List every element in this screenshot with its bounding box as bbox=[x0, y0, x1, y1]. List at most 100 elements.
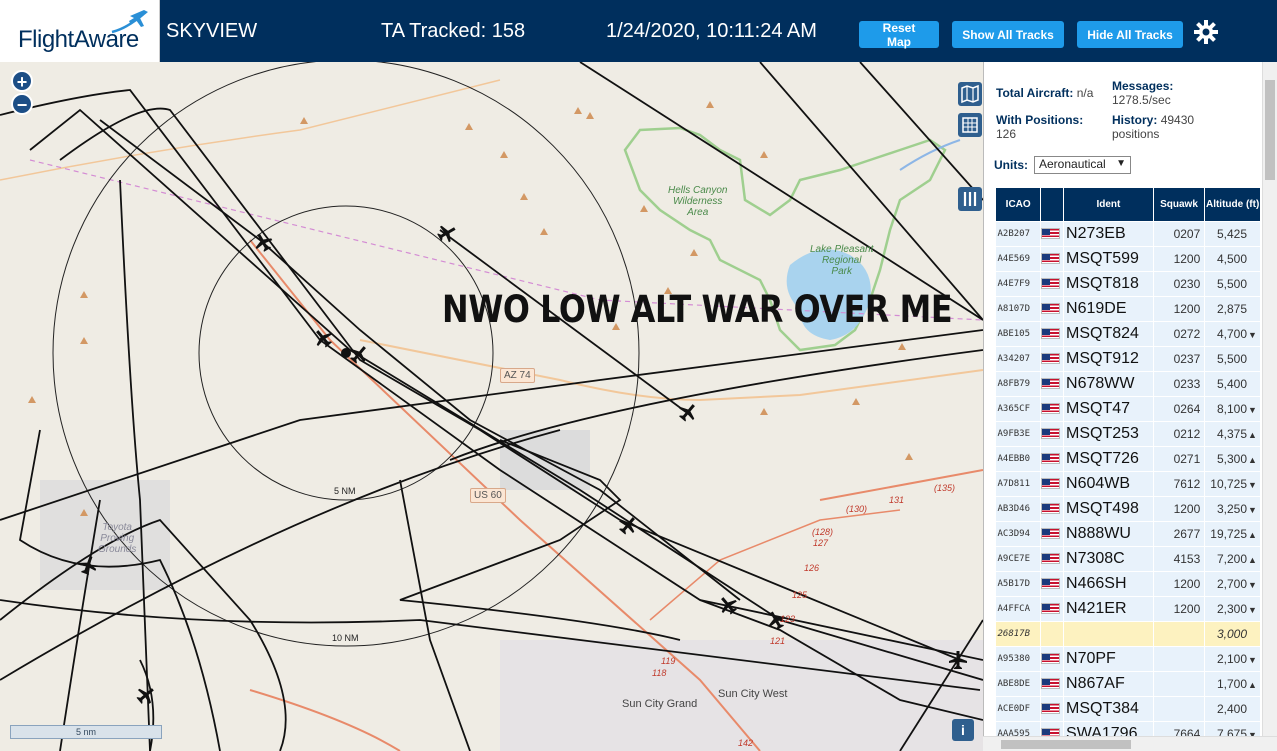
table-row[interactable]: A365CF MSQT47 0264 8,100▼ bbox=[995, 396, 1261, 422]
table-row[interactable]: A4E7F9 MSQT818 0230 5,500 bbox=[995, 271, 1261, 297]
altitude-cell: 5,300▲ bbox=[1204, 446, 1261, 472]
table-row[interactable]: AB3D46 MSQT498 1200 3,250▼ bbox=[995, 496, 1261, 522]
us-flag-icon bbox=[1041, 228, 1061, 240]
descending-arrow-icon: ▼ bbox=[1248, 480, 1257, 490]
table-row[interactable]: A8FB79 N678WW 0233 5,400 bbox=[995, 371, 1261, 397]
zoom-in-button[interactable]: + bbox=[11, 70, 33, 92]
gear-icon[interactable] bbox=[1193, 19, 1219, 45]
table-row[interactable]: A7D811 N604WB 7612 10,725▼ bbox=[995, 471, 1261, 497]
units-label: Units: bbox=[994, 158, 1028, 172]
hells-canyon-label: Hells Canyon Wilderness Area bbox=[668, 185, 728, 218]
descending-arrow-icon: ▼ bbox=[1248, 605, 1257, 615]
lake-pleasant-label: Lake Pleasant Regional Park bbox=[810, 244, 874, 277]
altitude-cell: 19,725▲ bbox=[1204, 521, 1261, 547]
table-row[interactable]: A34207 MSQT912 0237 5,500 bbox=[995, 346, 1261, 372]
table-row[interactable]: ACE0DF MSQT384 2,400 bbox=[995, 696, 1261, 722]
table-row[interactable]: AC3D94 N888WU 2677 19,725▲ bbox=[995, 521, 1261, 547]
table-row[interactable]: ABE105 MSQT824 0272 4,700▼ bbox=[995, 321, 1261, 347]
altitude-cell: 10,725▼ bbox=[1204, 471, 1261, 497]
altitude-cell: 5,425 bbox=[1204, 221, 1261, 247]
az74-shield: AZ 74 bbox=[500, 368, 535, 383]
us-flag-icon bbox=[1041, 503, 1061, 515]
col-flag[interactable] bbox=[1040, 187, 1065, 222]
flag-cell bbox=[1040, 371, 1065, 397]
col-icao[interactable]: ICAO bbox=[994, 187, 1042, 222]
info-button[interactable]: i bbox=[952, 719, 974, 741]
columns-icon[interactable] bbox=[958, 187, 982, 211]
show-all-tracks-button[interactable]: Show All Tracks bbox=[952, 21, 1064, 48]
hide-all-tracks-button[interactable]: Hide All Tracks bbox=[1077, 21, 1183, 48]
flag-cell bbox=[1040, 696, 1065, 722]
ring-label-10nm: 10 NM bbox=[332, 633, 359, 643]
table-row[interactable]: A9FB3E MSQT253 0212 4,375▲ bbox=[995, 421, 1261, 447]
table-row[interactable]: A4FFCA N421ER 1200 2,300▼ bbox=[995, 596, 1261, 622]
table-row[interactable]: A2B207 N273EB 0207 5,425 bbox=[995, 221, 1261, 247]
climbing-arrow-icon: ▲ bbox=[1248, 555, 1257, 565]
table-row[interactable]: A9CE7E N7308C 4153 7,200▲ bbox=[995, 546, 1261, 572]
col-squawk[interactable]: Squawk bbox=[1152, 187, 1206, 222]
altitude-cell: 8,100▼ bbox=[1204, 396, 1261, 422]
map-layers-icon[interactable] bbox=[958, 82, 982, 106]
road-number: 119 bbox=[661, 656, 675, 666]
road-number: (130) bbox=[846, 504, 867, 514]
col-altitude[interactable]: Altitude (ft) bbox=[1204, 187, 1261, 222]
us-flag-icon bbox=[1041, 353, 1061, 365]
sidebar-horizontal-scrollbar[interactable] bbox=[983, 736, 1277, 751]
map-scale-bar: 5 nm bbox=[10, 725, 162, 739]
icao-cell: 26817B bbox=[995, 621, 1042, 647]
road-number: 125 bbox=[792, 590, 808, 600]
table-row[interactable]: A4E569 MSQT599 1200 4,500 bbox=[995, 246, 1261, 272]
with-positions-stat: With Positions: 126 bbox=[996, 113, 1084, 141]
grid-icon[interactable] bbox=[958, 113, 982, 137]
sidebar-vertical-scrollbar[interactable] bbox=[1262, 62, 1277, 737]
table-row[interactable]: ABE8DE N867AF 1,700▲ bbox=[995, 671, 1261, 697]
flag-cell bbox=[1040, 321, 1065, 347]
squawk-cell: 1200 bbox=[1153, 246, 1206, 272]
icao-cell: A34207 bbox=[995, 346, 1042, 372]
tracked-count: TA Tracked: 158 bbox=[381, 20, 526, 42]
reset-map-button[interactable]: Reset Map bbox=[859, 21, 939, 49]
units-select[interactable]: Aeronautical ▼ bbox=[1034, 156, 1131, 174]
table-row[interactable]: 26817B 3,000 bbox=[995, 621, 1261, 647]
icao-cell: AB3D46 bbox=[995, 496, 1042, 522]
zoom-out-button[interactable]: − bbox=[11, 93, 33, 115]
ident-cell: MSQT599 bbox=[1063, 246, 1154, 272]
ring-label-5nm: 5 NM bbox=[334, 486, 356, 496]
table-row[interactable]: A4EBB0 MSQT726 0271 5,300▲ bbox=[995, 446, 1261, 472]
icao-cell: A4E7F9 bbox=[995, 271, 1042, 297]
squawk-cell: 1200 bbox=[1153, 571, 1206, 597]
us-flag-icon bbox=[1041, 653, 1061, 665]
ident-cell: N421ER bbox=[1063, 596, 1154, 622]
flightaware-logo[interactable]: FlightAware bbox=[0, 0, 160, 62]
icao-cell: A2B207 bbox=[995, 221, 1042, 247]
icao-cell: ACE0DF bbox=[995, 696, 1042, 722]
ident-cell: N7308C bbox=[1063, 546, 1154, 572]
table-row[interactable]: A95380 N70PF 2,100▼ bbox=[995, 646, 1261, 672]
icao-cell: ABE105 bbox=[995, 321, 1042, 347]
flag-cell bbox=[1040, 296, 1065, 322]
ident-cell: N273EB bbox=[1063, 221, 1154, 247]
squawk-cell: 0264 bbox=[1153, 396, 1206, 422]
altitude-cell: 5,500 bbox=[1204, 271, 1261, 297]
aircraft-table: ICAO Ident Squawk Altitude (ft) A2B207 N2… bbox=[994, 187, 1261, 747]
flag-cell bbox=[1040, 446, 1065, 472]
squawk-cell: 1200 bbox=[1153, 496, 1206, 522]
altitude-cell: 3,250▼ bbox=[1204, 496, 1261, 522]
ident-cell: MSQT47 bbox=[1063, 396, 1154, 422]
descending-arrow-icon: ▼ bbox=[1248, 330, 1257, 340]
road-number: (135) bbox=[934, 483, 955, 493]
descending-arrow-icon: ▼ bbox=[1248, 505, 1257, 515]
icao-cell: A95380 bbox=[995, 646, 1042, 672]
table-row[interactable]: A5B17D N466SH 1200 2,700▼ bbox=[995, 571, 1261, 597]
ident-cell: MSQT824 bbox=[1063, 321, 1154, 347]
us-flag-icon bbox=[1041, 578, 1061, 590]
ident-cell: MSQT384 bbox=[1063, 696, 1154, 722]
table-row[interactable]: A8107D N619DE 1200 2,875 bbox=[995, 296, 1261, 322]
altitude-cell: 4,500 bbox=[1204, 246, 1261, 272]
col-ident[interactable]: Ident bbox=[1063, 187, 1154, 222]
map-view[interactable]: 5 NM 10 NM 131 (130) (135) (128) 127 126… bbox=[0, 62, 983, 751]
icao-cell: A4E569 bbox=[995, 246, 1042, 272]
us-flag-icon bbox=[1041, 553, 1061, 565]
squawk-cell: 2677 bbox=[1153, 521, 1206, 547]
total-aircraft-stat: Total Aircraft: n/a bbox=[996, 86, 1094, 100]
